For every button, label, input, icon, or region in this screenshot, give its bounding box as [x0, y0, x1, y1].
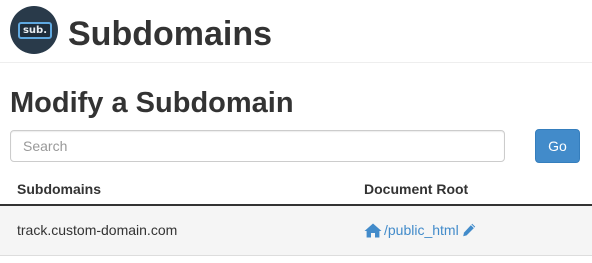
section-title: Modify a Subdomain — [10, 87, 294, 119]
pencil-icon[interactable] — [462, 223, 476, 237]
subdomains-app-icon: sub. — [10, 6, 58, 54]
column-header-subdomains[interactable]: Subdomains — [17, 179, 101, 199]
table-header: Subdomains Document Root — [0, 172, 592, 206]
go-button[interactable]: Go — [535, 129, 580, 163]
home-icon[interactable] — [364, 223, 382, 238]
subdomains-table: Subdomains Document Root track.custom-do… — [0, 172, 592, 256]
table-row: track.custom-domain.com /public_html — [0, 206, 592, 256]
column-header-document-root[interactable]: Document Root — [364, 179, 468, 199]
app-icon-label: sub. — [18, 22, 52, 39]
page-title: Subdomains — [68, 15, 273, 53]
search-input[interactable] — [10, 130, 505, 162]
page-header: sub. Subdomains — [0, 0, 592, 63]
subdomain-cell: track.custom-domain.com — [17, 222, 178, 238]
document-root-link[interactable]: /public_html — [384, 220, 459, 240]
document-root-cell: /public_html — [364, 220, 476, 240]
